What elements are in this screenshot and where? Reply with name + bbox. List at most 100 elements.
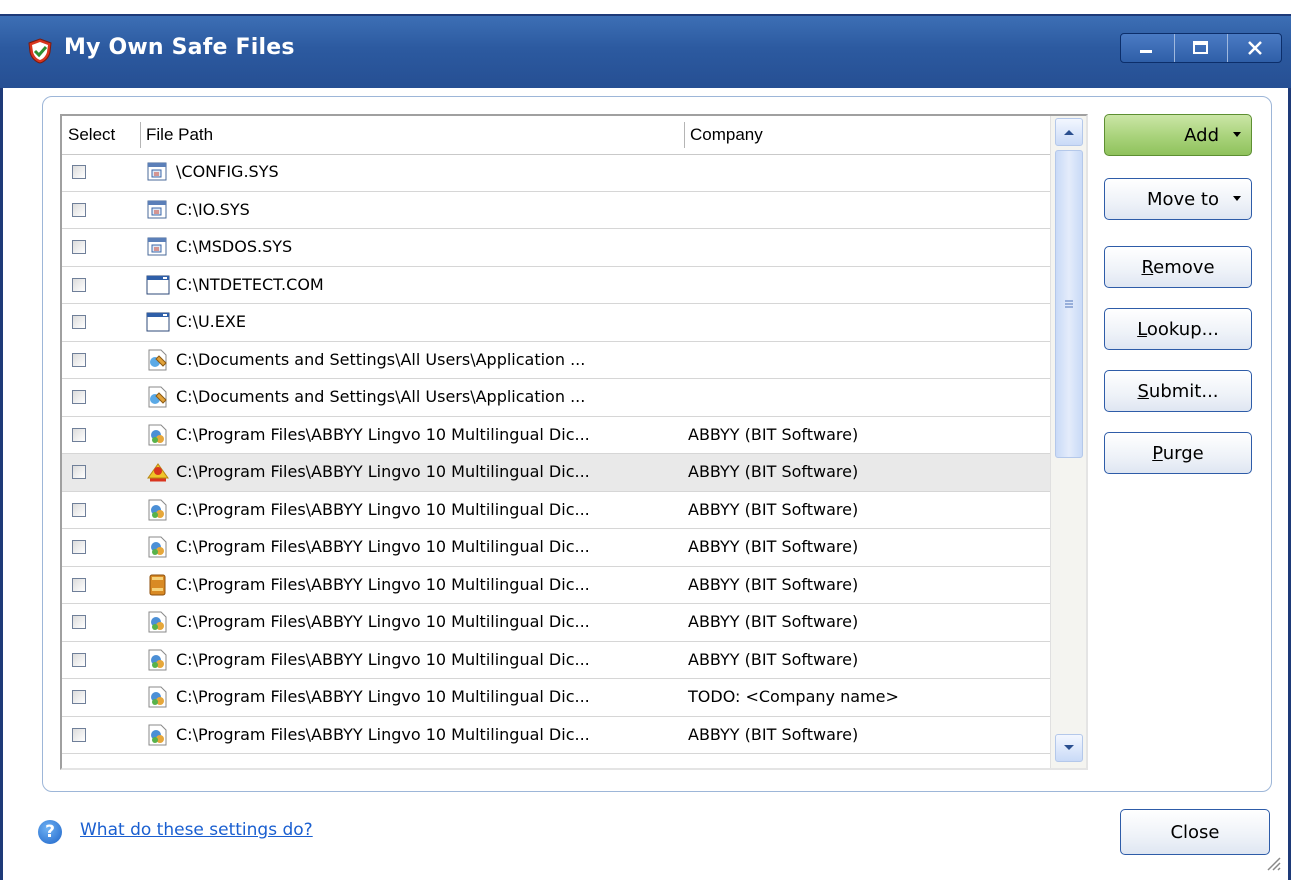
app-window-icon (146, 312, 170, 332)
row-checkbox[interactable] (72, 202, 86, 217)
submit-button-label: Submit... (1137, 380, 1219, 402)
move-to-button[interactable]: Move to (1104, 178, 1252, 220)
close-button-label: Close (1170, 821, 1220, 843)
table-row[interactable]: C:\Program Files\ABBYY Lingvo 10 Multili… (62, 642, 1050, 679)
table-row[interactable]: C:\IO.SYS (62, 192, 1050, 229)
safe-files-list[interactable]: Select File Path Company \CONFIG.SYS C:\I… (60, 114, 1088, 770)
system-file-icon (147, 162, 167, 181)
file-path-cell: C:\Program Files\ABBYY Lingvo 10 Multili… (176, 499, 590, 519)
lingvo-app-icon (147, 463, 169, 482)
row-checkbox[interactable] (72, 165, 86, 179)
purge-button[interactable]: Purge (1104, 432, 1252, 474)
shield-icon (28, 38, 52, 64)
dll-file-icon (148, 686, 167, 708)
vertical-scrollbar[interactable] (1050, 116, 1086, 768)
list-header: Select File Path Company (62, 116, 1050, 155)
company-cell: TODO: <Company name> (688, 687, 899, 706)
close-icon (1247, 41, 1262, 55)
settings-file-icon (148, 386, 167, 408)
company-cell: ABBYY (BIT Software) (688, 537, 859, 556)
purge-button-label: Purge (1152, 442, 1204, 464)
company-cell: ABBYY (BIT Software) (688, 724, 859, 744)
table-row[interactable]: C:\Program Files\ABBYY Lingvo 10 Multili… (62, 679, 1050, 717)
dll-file-icon (148, 424, 167, 445)
scroll-up-button[interactable] (1055, 118, 1083, 146)
company-cell: ABBYY (BIT Software) (688, 499, 859, 519)
row-checkbox[interactable] (72, 390, 86, 404)
row-checkbox[interactable] (72, 352, 86, 367)
help-link[interactable]: What do these settings do? (80, 820, 313, 840)
file-path-cell: C:\Program Files\ABBYY Lingvo 10 Multili… (176, 537, 590, 556)
table-row[interactable]: C:\Program Files\ABBYY Lingvo 10 Multili… (62, 454, 1050, 492)
file-path-cell: C:\U.EXE (176, 312, 246, 331)
settings-file-icon (148, 349, 167, 370)
file-path-cell: \CONFIG.SYS (176, 162, 279, 181)
system-file-icon (147, 200, 167, 218)
resize-grip-icon[interactable] (1262, 852, 1282, 872)
close-button[interactable]: Close (1120, 809, 1270, 855)
table-row[interactable]: C:\Program Files\ABBYY Lingvo 10 Multili… (62, 567, 1050, 604)
column-header-file-path[interactable]: File Path (140, 116, 684, 154)
minimize-icon (1140, 50, 1153, 53)
column-header-company[interactable]: Company (684, 116, 1044, 154)
table-row[interactable]: C:\MSDOS.SYS (62, 229, 1050, 267)
row-checkbox[interactable] (72, 690, 86, 704)
dll-file-icon (148, 649, 167, 670)
file-path-cell: C:\MSDOS.SYS (176, 237, 293, 256)
scroll-thumb[interactable] (1055, 150, 1083, 458)
maximize-icon (1193, 41, 1208, 54)
system-file-icon (147, 237, 167, 256)
dll-file-icon (148, 611, 167, 633)
minimize-button[interactable] (1121, 34, 1175, 62)
submit-button[interactable]: Submit... (1104, 370, 1252, 412)
row-checkbox[interactable] (72, 577, 86, 592)
dll-file-icon (148, 724, 167, 745)
remove-button[interactable]: Remove (1104, 246, 1252, 288)
row-checkbox[interactable] (72, 652, 86, 667)
maximize-button[interactable] (1175, 34, 1229, 62)
table-row[interactable]: C:\Program Files\ABBYY Lingvo 10 Multili… (62, 717, 1050, 754)
company-cell: ABBYY (BIT Software) (688, 612, 859, 631)
row-checkbox[interactable] (72, 615, 86, 629)
table-row[interactable]: \CONFIG.SYS (62, 154, 1050, 192)
company-cell: ABBYY (BIT Software) (688, 462, 859, 481)
arrow-down-icon (1064, 745, 1074, 750)
table-row[interactable]: C:\NTDETECT.COM (62, 267, 1050, 304)
company-cell: ABBYY (BIT Software) (688, 574, 859, 594)
table-row[interactable]: C:\Documents and Settings\All Users\Appl… (62, 342, 1050, 379)
table-row[interactable]: C:\Program Files\ABBYY Lingvo 10 Multili… (62, 604, 1050, 642)
row-checkbox[interactable] (72, 465, 86, 479)
row-checkbox[interactable] (72, 502, 86, 517)
row-checkbox[interactable] (72, 315, 86, 329)
lookup-button-label: Lookup... (1137, 318, 1219, 340)
dll-file-icon (148, 499, 167, 520)
table-row[interactable]: C:\Program Files\ABBYY Lingvo 10 Multili… (62, 529, 1050, 567)
row-checkbox[interactable] (72, 540, 86, 554)
grip-lines-icon (1065, 300, 1073, 308)
dll-file-icon (148, 536, 167, 558)
window-title: My Own Safe Files (64, 35, 295, 60)
question-icon[interactable]: ? (38, 820, 62, 844)
scroll-down-button[interactable] (1055, 734, 1083, 762)
list-rows: \CONFIG.SYS C:\IO.SYS C:\MSDOS.SYS C:\NTDET… (62, 154, 1050, 754)
book-icon (149, 574, 166, 595)
file-path-cell: C:\Program Files\ABBYY Lingvo 10 Multili… (176, 574, 590, 594)
table-row[interactable]: C:\U.EXE (62, 304, 1050, 342)
row-checkbox[interactable] (72, 427, 86, 442)
add-button[interactable]: Add (1104, 114, 1252, 156)
table-row[interactable]: C:\Documents and Settings\All Users\Appl… (62, 379, 1050, 417)
company-cell: ABBYY (BIT Software) (688, 649, 859, 669)
file-path-cell: C:\Documents and Settings\All Users\Appl… (176, 349, 586, 369)
row-checkbox[interactable] (72, 727, 86, 742)
move-to-button-label: Move to (1146, 188, 1219, 210)
row-checkbox[interactable] (72, 277, 86, 292)
add-button-label: Add (1184, 124, 1219, 146)
column-header-select[interactable]: Select (62, 116, 140, 154)
lookup-button[interactable]: Lookup... (1104, 308, 1252, 350)
file-path-cell: C:\Documents and Settings\All Users\Appl… (176, 387, 586, 406)
table-row[interactable]: C:\Program Files\ABBYY Lingvo 10 Multili… (62, 417, 1050, 454)
file-path-cell: C:\Program Files\ABBYY Lingvo 10 Multili… (176, 724, 590, 744)
row-checkbox[interactable] (72, 240, 86, 254)
table-row[interactable]: C:\Program Files\ABBYY Lingvo 10 Multili… (62, 492, 1050, 529)
close-window-button[interactable] (1228, 34, 1281, 62)
